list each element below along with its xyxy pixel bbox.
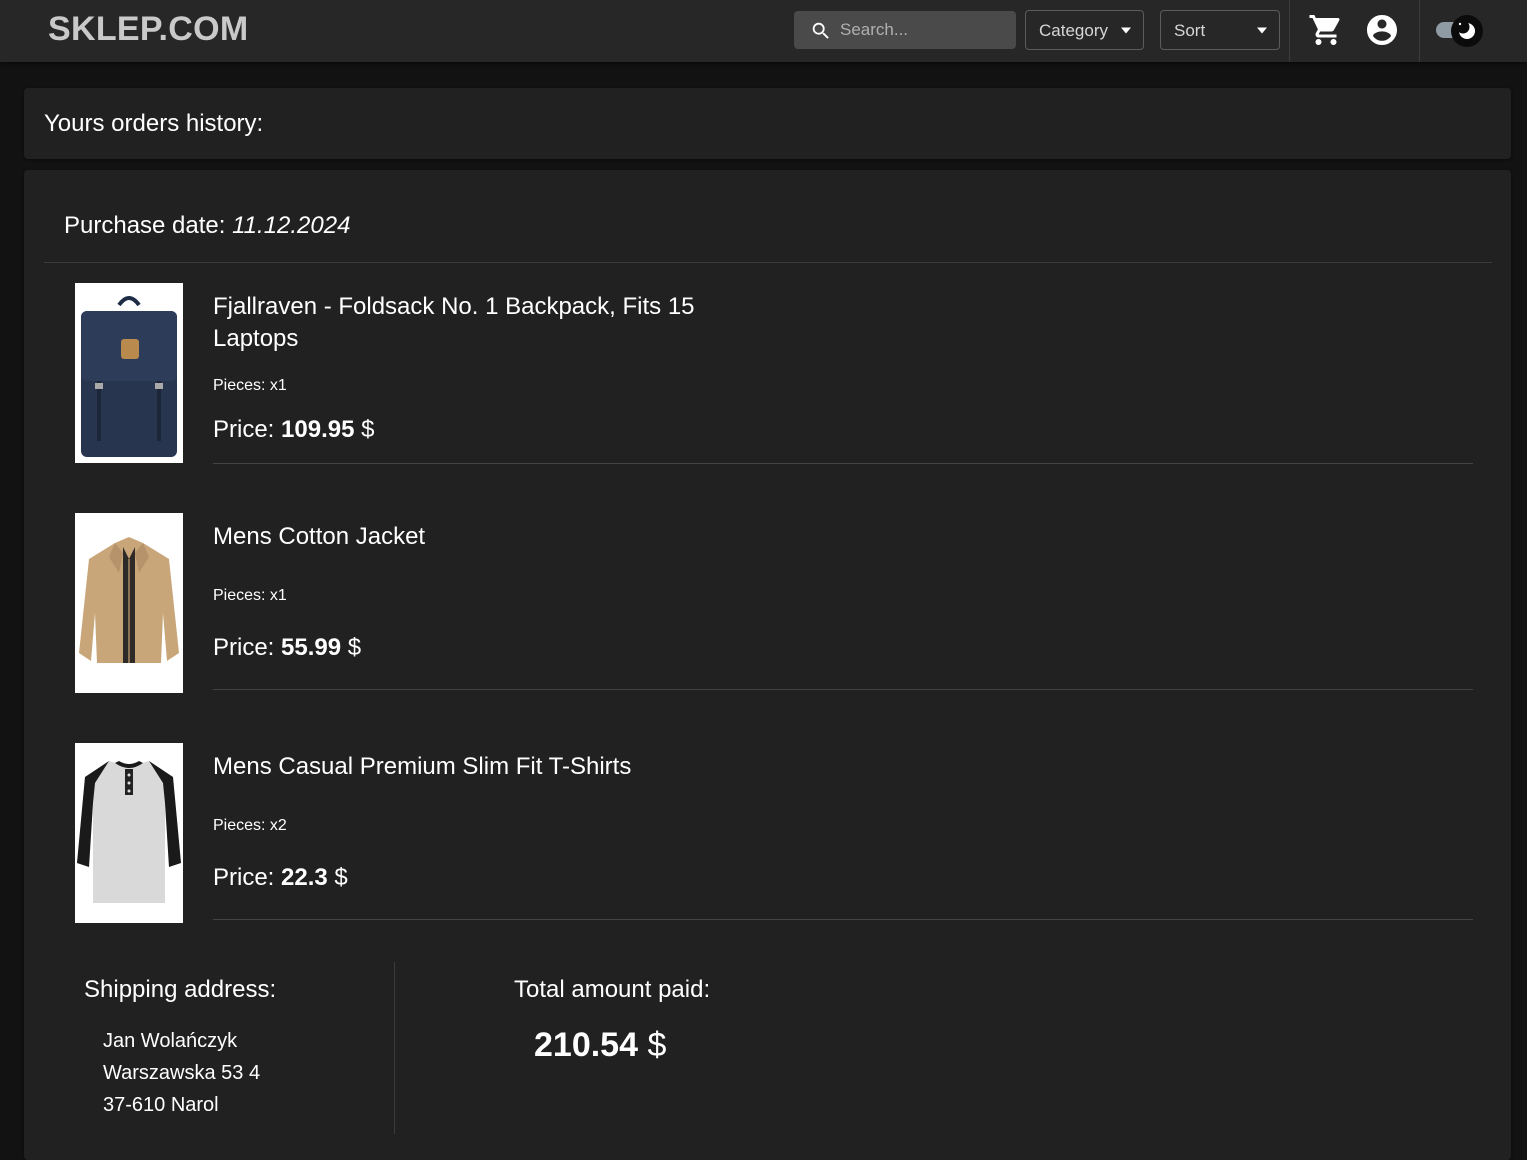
account-icon[interactable] (1364, 12, 1400, 48)
category-select[interactable]: Category (1025, 10, 1144, 50)
page-title: Yours orders history: (44, 110, 264, 137)
total-title: Total amount paid: (514, 976, 711, 1003)
history-header-panel: Yours orders history: (24, 88, 1511, 159)
item-price: Price: 109.95 $ (213, 416, 374, 444)
price-value: 22.3 (281, 864, 328, 891)
order-item: Mens Cotton Jacket Pieces: x1 Price: 55.… (75, 513, 1475, 695)
toggle-thumb (1451, 15, 1483, 47)
chevron-down-icon (1257, 27, 1267, 34)
order-item: Mens Casual Premium Slim Fit T-Shirts Pi… (75, 743, 1475, 925)
category-select-label: Category (1039, 21, 1108, 40)
divider (213, 463, 1473, 464)
divider (213, 919, 1473, 920)
search-box[interactable] (794, 11, 1016, 49)
divider (44, 262, 1492, 263)
order-card: Purchase date: 11.12.2024 Fjallraven - F… (24, 170, 1511, 1160)
divider (213, 689, 1473, 690)
product-name[interactable]: Mens Casual Premium Slim Fit T-Shirts (213, 751, 733, 783)
total-amount-value: 210.54 (534, 1026, 638, 1064)
chevron-down-icon (1121, 27, 1131, 34)
price-value: 55.99 (281, 634, 342, 661)
item-price: Price: 55.99 $ (213, 634, 361, 662)
vertical-divider (394, 962, 395, 1134)
purchase-date-label: Purchase date: (64, 212, 226, 239)
search-input[interactable] (840, 11, 1008, 49)
sort-select[interactable]: Sort (1160, 10, 1280, 50)
search-icon (812, 22, 829, 39)
shipping-name: Jan Wolańczyk (103, 1030, 238, 1052)
price-label: Price: (213, 634, 275, 661)
item-price: Price: 22.3 $ (213, 864, 348, 892)
item-quantity: Pieces: x1 (213, 377, 287, 394)
order-item: Fjallraven - Foldsack No. 1 Backpack, Fi… (75, 283, 1475, 465)
top-app-bar: SKLEP.COM Category Sort (0, 0, 1527, 62)
product-image-tshirt[interactable] (75, 743, 183, 923)
price-currency: $ (334, 864, 348, 891)
theme-toggle-icon (1456, 20, 1475, 39)
cart-icon[interactable] (1308, 12, 1344, 48)
purchase-date-value: 11.12.2024 (232, 212, 351, 239)
product-image-jacket[interactable] (75, 513, 183, 693)
sort-select-label: Sort (1174, 21, 1206, 40)
header-divider (1289, 0, 1290, 62)
total-amount-currency: $ (647, 1026, 667, 1064)
header-divider (1419, 0, 1420, 62)
shipping-street: Warszawska 53 4 (103, 1062, 261, 1084)
product-name[interactable]: Mens Cotton Jacket (213, 521, 733, 553)
price-currency: $ (347, 634, 362, 661)
shipping-address-title: Shipping address: (84, 976, 277, 1003)
shipping-city: 37-610 Narol (103, 1094, 219, 1116)
product-image-backpack[interactable] (75, 283, 183, 463)
item-quantity: Pieces: x1 (213, 587, 287, 604)
item-quantity: Pieces: x2 (213, 817, 287, 834)
product-name[interactable]: Fjallraven - Foldsack No. 1 Backpack, Fi… (213, 291, 733, 355)
price-value: 109.95 (281, 416, 355, 443)
theme-toggle[interactable] (1434, 13, 1486, 47)
price-currency: $ (361, 416, 375, 443)
total-amount: 210.54 $ (534, 1026, 666, 1065)
purchase-date-row: Purchase date: 11.12.2024 (64, 212, 350, 240)
price-label: Price: (213, 416, 275, 443)
site-logo[interactable]: SKLEP.COM (48, 10, 248, 49)
price-label: Price: (213, 864, 275, 891)
